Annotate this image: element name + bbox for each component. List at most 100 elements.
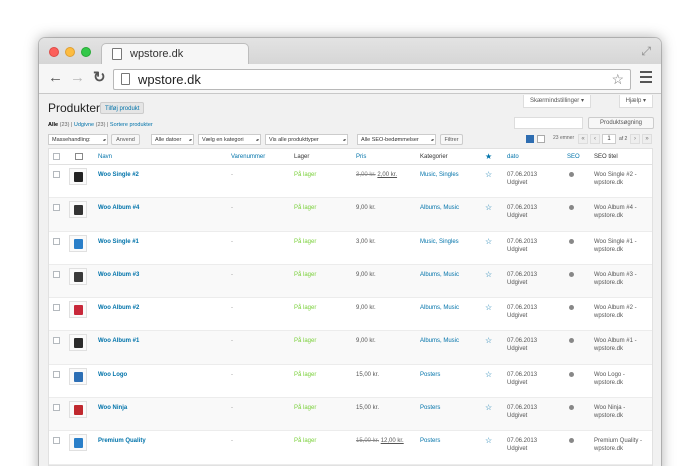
product-name-link[interactable]: Woo Album #1	[98, 338, 139, 344]
sort-products-link[interactable]: Sortere produkter	[110, 122, 153, 128]
product-categories[interactable]: Posters	[420, 372, 440, 378]
view-published-link[interactable]: Udgivne	[74, 122, 94, 128]
filter-button[interactable]: Filtrer	[440, 134, 463, 145]
zoom-window-button[interactable]	[81, 47, 91, 57]
featured-star-icon[interactable]: ☆	[485, 203, 492, 212]
column-sku[interactable]: Varenummer	[231, 154, 265, 160]
product-thumbnail[interactable]	[69, 301, 87, 319]
page-title: Produkter	[48, 101, 101, 115]
product-name-link[interactable]: Woo Single #2	[98, 172, 139, 178]
product-thumbnail[interactable]	[69, 234, 87, 252]
table-row: Woo Logo - På lager 15,00 kr. Posters ☆ 07.06.…	[49, 365, 652, 399]
stock-status: På lager	[294, 438, 317, 445]
featured-star-icon[interactable]: ☆	[485, 370, 492, 379]
product-categories[interactable]: Music, Singles	[420, 239, 459, 245]
seo-title-site: wpstore.dk	[594, 413, 624, 420]
product-price: 15,00 kr.	[356, 405, 379, 411]
address-bar[interactable]: wpstore.dk ☆	[113, 69, 631, 90]
featured-star-icon[interactable]: ☆	[485, 170, 492, 179]
forward-button[interactable]: →	[70, 70, 85, 86]
current-price: 9,00 kr.	[356, 205, 376, 212]
row-checkbox[interactable]	[53, 304, 60, 312]
row-checkbox[interactable]	[53, 404, 60, 412]
list-view-icon[interactable]	[526, 135, 534, 143]
featured-star-icon[interactable]: ☆	[485, 237, 492, 246]
row-checkbox[interactable]	[53, 337, 60, 345]
apply-button[interactable]: Anvend	[111, 134, 140, 145]
product-categories[interactable]: Albums, Music	[420, 338, 459, 344]
help-button[interactable]: Hjælp ▾	[618, 95, 653, 108]
product-categories[interactable]: Albums, Music	[420, 305, 459, 311]
seo-title: Woo Single #1 - wpstore.dk	[594, 238, 637, 254]
product-thumbnail[interactable]	[69, 334, 87, 352]
product-search-button[interactable]: Produktsøgning	[588, 117, 654, 129]
product-categories[interactable]: Albums, Music	[420, 205, 459, 211]
category-filter-select[interactable]: Vælg en kategori	[198, 134, 261, 145]
table-row: Woo Album #1 - På lager 9,00 kr. Albums, Mus…	[49, 331, 652, 365]
last-page-button[interactable]: »	[642, 134, 652, 144]
column-date[interactable]: dato	[507, 154, 519, 160]
product-categories[interactable]: Posters	[420, 405, 440, 411]
row-checkbox[interactable]	[53, 370, 60, 378]
product-categories[interactable]: Albums, Music	[420, 272, 459, 278]
product-thumbnail[interactable]	[69, 168, 87, 185]
product-categories[interactable]: Music, Singles	[420, 172, 459, 178]
minimize-window-button[interactable]	[65, 47, 75, 57]
product-type-select[interactable]: Vis alle produkttyper	[265, 134, 348, 145]
product-search-input[interactable]	[514, 117, 583, 129]
row-checkbox[interactable]	[53, 270, 60, 278]
product-name-link[interactable]: Woo Album #3	[98, 272, 139, 278]
next-page-button[interactable]: ›	[630, 134, 640, 144]
row-checkbox[interactable]	[53, 204, 60, 212]
product-categories[interactable]: Posters	[420, 438, 440, 444]
bulk-action-select[interactable]: Massehandling:	[48, 134, 108, 145]
product-name-link[interactable]: Woo Album #4	[98, 205, 139, 211]
back-button[interactable]: ←	[48, 70, 63, 86]
product-name-link[interactable]: Woo Album #2	[98, 305, 139, 311]
fullscreen-icon[interactable]: ⤢	[641, 44, 651, 59]
screen-options-button[interactable]: Skærmindstillinger ▾	[522, 95, 591, 108]
product-thumbnail[interactable]	[69, 434, 87, 452]
date-filter-select[interactable]: Alle datoer	[151, 134, 194, 145]
product-thumbnail[interactable]	[69, 367, 87, 385]
product-thumbnail[interactable]	[69, 401, 87, 419]
excerpt-view-icon[interactable]	[537, 135, 545, 143]
product-sku: -	[231, 172, 233, 178]
column-price[interactable]: Pris	[356, 154, 366, 160]
product-name-link[interactable]: Woo Logo	[98, 372, 127, 378]
current-price: 9,00 kr.	[356, 338, 376, 345]
column-seo[interactable]: SEO	[567, 154, 580, 160]
seo-title: Woo Album #1 - wpstore.dk	[594, 337, 637, 353]
select-all-checkbox[interactable]	[53, 153, 60, 160]
close-window-button[interactable]	[49, 47, 59, 57]
column-name[interactable]: Navn	[98, 154, 112, 160]
current-price: 15,00 kr.	[356, 371, 380, 378]
publish-status: Udgivet	[507, 279, 528, 286]
featured-star-icon[interactable]: ☆	[485, 303, 492, 312]
featured-star-icon[interactable]: ☆	[485, 436, 492, 445]
add-product-button[interactable]: Tilføj produkt	[100, 102, 145, 114]
view-all-link[interactable]: Alle	[48, 122, 58, 128]
prev-page-button[interactable]: ‹	[590, 134, 600, 144]
browser-tab[interactable]: wpstore.dk	[101, 43, 249, 65]
first-page-button[interactable]: «	[578, 134, 588, 144]
seo-score-select[interactable]: Alle SEO-bedømmelser	[357, 134, 436, 145]
featured-star-icon[interactable]: ☆	[485, 336, 492, 345]
product-thumbnail[interactable]	[69, 267, 87, 285]
product-name-link[interactable]: Premium Quality	[98, 438, 146, 444]
product-thumbnail[interactable]	[69, 201, 87, 219]
product-name-link[interactable]: Woo Ninja	[98, 405, 127, 411]
row-checkbox[interactable]	[53, 237, 60, 245]
menu-icon[interactable]	[640, 71, 652, 86]
current-page-input[interactable]: 1	[602, 134, 616, 144]
product-date: 07.06.2013 Udgivet	[507, 337, 537, 353]
row-checkbox[interactable]	[53, 171, 60, 178]
featured-star-icon[interactable]: ☆	[485, 403, 492, 412]
column-featured-star-icon[interactable]: ★	[485, 152, 492, 161]
featured-star-icon[interactable]: ☆	[485, 270, 492, 279]
row-checkbox[interactable]	[53, 437, 60, 445]
bookmark-star-icon[interactable]: ☆	[611, 71, 624, 88]
product-name-link[interactable]: Woo Single #1	[98, 239, 139, 245]
reload-button[interactable]: ↻	[93, 70, 106, 86]
browser-window: wpstore.dk ⤢ ← → ↻ wpstore.dk ☆ Skærmind…	[39, 38, 661, 466]
